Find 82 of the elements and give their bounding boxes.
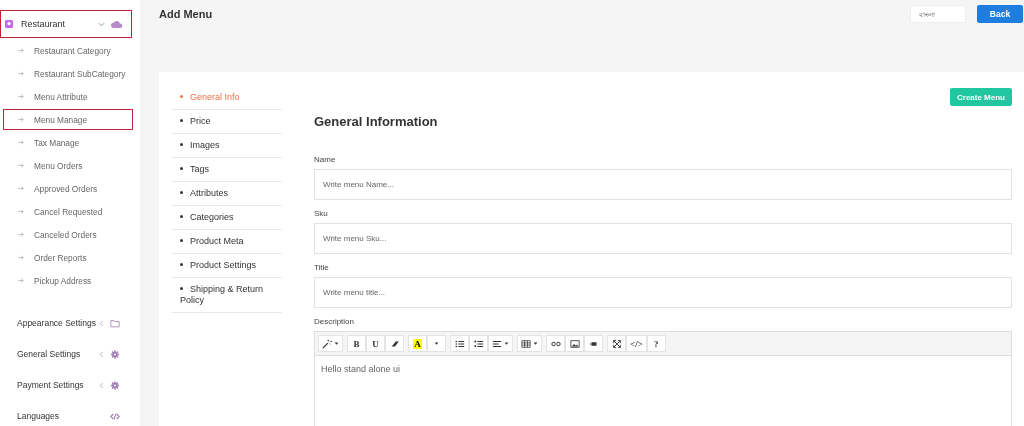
toolbar-button[interactable]: U (366, 335, 385, 352)
page-title: Add Menu (159, 8, 213, 20)
arrow-icon (18, 48, 24, 53)
align-button[interactable] (488, 335, 513, 352)
caret-icon (504, 342, 509, 345)
caret-icon (334, 342, 339, 345)
arrow-icon (18, 278, 24, 283)
toolbar-button[interactable]: B (347, 335, 366, 352)
table-button[interactable] (517, 335, 542, 352)
bulleted-list-icon (454, 338, 465, 349)
ol-button[interactable] (469, 335, 488, 352)
wand-button[interactable] (318, 335, 343, 352)
chevron-icon (99, 350, 104, 358)
tab[interactable]: Attributes (172, 182, 282, 206)
sidebar-item[interactable]: Order Reports (3, 247, 133, 268)
sidebar-item[interactable]: Pickup Address (3, 270, 133, 291)
toolbar-button[interactable]: </> (626, 335, 647, 352)
tab[interactable]: Tags (172, 158, 282, 182)
sidebar-item[interactable]: Menu Manage (3, 109, 133, 130)
sidebar-section[interactable]: Restaurant (0, 10, 132, 38)
sidebar-item[interactable]: Approved Orders (3, 178, 133, 199)
link-button[interactable] (546, 335, 565, 352)
tab[interactable]: Price (172, 110, 282, 134)
expand-icon (611, 338, 622, 349)
ul-button[interactable] (450, 335, 469, 352)
sidebar-item[interactable]: Restaurant SubCategory (3, 63, 133, 84)
back-button[interactable]: Back (977, 5, 1023, 23)
field-label: Name (314, 155, 337, 164)
video-button[interactable] (584, 335, 603, 352)
fullscreen-button[interactable] (607, 335, 626, 352)
arrow-icon (18, 255, 24, 260)
tab[interactable]: Images (172, 134, 282, 158)
chevron-icon (99, 319, 104, 327)
input-field[interactable]: Write menu title... (314, 277, 1012, 308)
editor-text: Hello stand alone ui (320, 363, 402, 376)
eraser-button[interactable] (385, 335, 404, 352)
folder-icon (110, 318, 120, 328)
tab[interactable]: Product Settings (172, 254, 282, 278)
magic-wand-icon (322, 338, 332, 349)
cloud-icon (111, 19, 123, 29)
tab[interactable]: Shipping & Return Policy (172, 278, 282, 313)
input-field[interactable]: Write menu Name... (314, 169, 1012, 200)
table-icon (521, 338, 531, 349)
sidebar-item[interactable]: Tax Manage (3, 132, 133, 153)
gear-icon (110, 349, 120, 359)
sidebar-item[interactable]: Languages (0, 406, 140, 426)
form-heading: General Information (314, 114, 439, 129)
rich-text-editor[interactable]: B U A </> ? Hello stand alone ui (314, 331, 1012, 426)
numbered-list-icon (473, 338, 484, 349)
arrow-icon (18, 94, 24, 99)
caret-icon (533, 342, 538, 345)
sidebar-item[interactable]: Appearance Settings (0, 313, 140, 333)
arrow-icon (18, 163, 24, 168)
code-icon (110, 411, 120, 421)
field-label: Sku (314, 209, 329, 218)
chevron-icon (98, 20, 105, 28)
tab[interactable]: Categories (172, 206, 282, 230)
gear-icon (110, 380, 120, 390)
image-button[interactable] (565, 335, 584, 352)
arrow-icon (18, 117, 24, 122)
arrow-icon (18, 71, 24, 76)
arrow-icon (18, 232, 24, 237)
chevron-icon (99, 381, 104, 389)
sidebar-item[interactable]: General Settings (0, 344, 140, 364)
toolbar-button[interactable]: A (408, 335, 427, 352)
arrow-icon (18, 186, 24, 191)
field-label: Title (314, 263, 330, 272)
sidebar-item[interactable]: Cancel Requested (3, 201, 133, 222)
field-label: Description (314, 317, 355, 326)
restaurant-icon (5, 20, 13, 28)
sidebar-item[interactable]: Restaurant Category (3, 40, 133, 61)
sidebar-item[interactable]: Payment Settings (0, 375, 140, 395)
sidebar-item[interactable]: Menu Orders (3, 155, 133, 176)
sidebar-item[interactable]: Menu Attribute (3, 86, 133, 107)
sidebar-item[interactable]: Canceled Orders (3, 224, 133, 245)
align-icon (492, 338, 502, 349)
tab[interactable]: Product Meta (172, 230, 282, 254)
input-field[interactable]: Write menu Sku... (314, 223, 1012, 254)
image-icon (569, 338, 580, 349)
arrow-icon (18, 140, 24, 145)
arrow-icon (18, 209, 24, 214)
caret-icon (434, 342, 439, 345)
